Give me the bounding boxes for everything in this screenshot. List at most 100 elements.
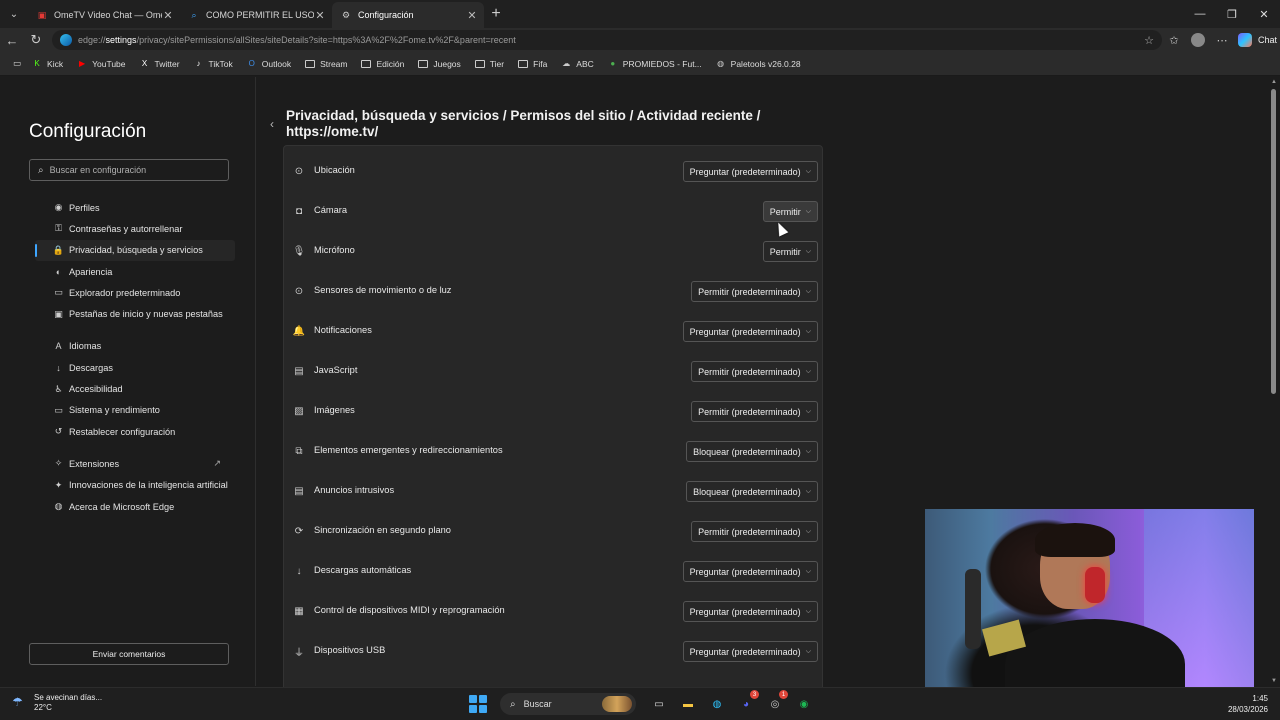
system-icon: ▭ <box>54 404 63 415</box>
taskbar-search-label: Buscar <box>523 699 552 709</box>
send-feedback-button[interactable]: Enviar comentarios <box>29 643 229 665</box>
permission-label: Anuncios intrusivos <box>314 485 395 495</box>
permission-select[interactable]: Permitir ⌵ <box>762 241 818 262</box>
close-tab-icon[interactable]: ✕ <box>314 9 326 22</box>
permission-select-value: Preguntar (predeterminado) <box>689 606 801 617</box>
close-tab-icon[interactable]: ✕ <box>162 9 174 22</box>
refresh-icon[interactable]: ↻ <box>24 28 48 52</box>
breadcrumb-back-icon[interactable]: ‹ <box>270 117 274 131</box>
sidebar-item-label: Descargas <box>69 362 113 373</box>
discord-icon[interactable]: ◕ 3 <box>735 690 759 715</box>
permission-select[interactable]: Bloquear (predeterminado) ⌵ <box>686 441 818 462</box>
download-icon: ↓ <box>296 565 302 577</box>
permission-row: 🔔 Notificaciones Preguntar (predeterminado… <box>284 316 822 356</box>
tab[interactable]: ▣ OmeTV Video Chat — Omegle Ra✕ <box>28 2 180 28</box>
favorites-icon[interactable]: ✩ <box>1162 28 1186 52</box>
permission-select[interactable]: Preguntar (predeterminado) ⌵ <box>682 321 818 342</box>
favorite-item[interactable]: O Outlook <box>240 59 298 69</box>
favorite-item[interactable]: ● PROMIEDOS - Fut... <box>601 59 709 69</box>
favorite-item[interactable]: Edición <box>354 59 411 69</box>
address-bar[interactable]: edge:// settings /privacy/sitePermission… <box>52 30 1162 50</box>
permission-select[interactable]: Preguntar (predeterminado) ⌵ <box>682 161 818 182</box>
sidebar-item[interactable]: ♿ Accesibilidad <box>35 378 235 399</box>
favorite-item[interactable]: Tier <box>468 59 511 69</box>
tab[interactable]: ⚙ Configuración ✕ <box>332 2 484 28</box>
close-tab-icon[interactable]: ✕ <box>466 9 478 22</box>
new-tab-button[interactable]: + <box>484 2 508 26</box>
start-icon[interactable] <box>468 694 488 714</box>
sidebar-item[interactable]: ▭ Explorador predeterminado <box>35 282 235 303</box>
usb-icon: ⏚ <box>294 647 304 659</box>
permission-select[interactable]: Bloquear (predeterminado) ⌵ <box>686 481 818 502</box>
favorite-item[interactable]: ♪ TikTok <box>187 59 240 69</box>
edge-icon[interactable]: ◍ <box>706 693 728 715</box>
sidebar-item[interactable]: ◐ Apariencia <box>35 261 235 282</box>
favorites-bar: ▭ K Kick ▶ YouTube X Twitter ♪ TikTok O Outlook St… <box>0 52 1280 76</box>
sidebar-item[interactable]: A Idiomas <box>35 336 235 357</box>
back-icon[interactable]: ← <box>0 28 24 52</box>
page-scrollbar[interactable]: ▲ ▼ <box>1268 77 1280 686</box>
favorite-item[interactable]: K Kick <box>25 59 70 69</box>
copilot-chat-button[interactable]: Chat <box>1238 33 1277 47</box>
cloud-icon: ☁ <box>562 59 571 68</box>
permission-select[interactable]: Permitir (predeterminado) ⌵ <box>691 401 818 422</box>
folder-icon <box>474 59 485 68</box>
sidebar-item[interactable]: ▣ Pestañas de inicio y nuevas pestañas <box>35 303 235 324</box>
settings-search-field[interactable]: ⌕ <box>29 159 229 181</box>
favorite-item[interactable]: Stream <box>298 59 354 69</box>
permission-select[interactable]: Preguntar (predeterminado) ⌵ <box>682 641 818 662</box>
sidebar-item-label: Restablecer configuración <box>69 426 176 437</box>
permission-select[interactable]: Permitir (predeterminado) ⌵ <box>691 521 818 542</box>
favorite-item[interactable]: ◍ Paletools v26.0.28 <box>709 59 808 69</box>
spotify-icon[interactable]: ◉ <box>793 693 815 715</box>
steam-icon[interactable]: ◎ 1 <box>764 690 788 715</box>
sidebar-item[interactable]: 🔒 Privacidad, búsqueda y servicios <box>35 239 235 261</box>
url-scheme: edge:// <box>78 35 106 45</box>
sidebar-item[interactable]: ↺ Restablecer configuración <box>35 421 235 442</box>
permission-select[interactable]: Preguntar (predeterminado) ⌵ <box>682 561 818 582</box>
permission-row: ▦ Control de dispositivos MIDI y reprogra… <box>284 596 822 636</box>
sidebar-item[interactable]: ↓ Descargas <box>35 357 235 378</box>
minimize-icon[interactable]: — <box>1184 0 1216 28</box>
lock-icon: 🔒 <box>52 244 65 255</box>
sidebar-item[interactable]: ◉ Perfiles <box>35 197 235 218</box>
favorites-toggle-icon[interactable]: ▭ <box>6 58 25 69</box>
task-view-icon[interactable]: ▭ <box>648 693 670 715</box>
settings-search-input[interactable] <box>49 165 210 175</box>
system-clock[interactable]: 1:45 28/03/2026 <box>1228 693 1268 715</box>
favorite-item[interactable]: Fifa <box>511 59 554 69</box>
add-favorite-icon[interactable]: ☆ <box>1144 34 1154 47</box>
sidebar-item[interactable]: ▭ Sistema y rendimiento <box>35 400 235 421</box>
sidebar-item[interactable]: ⚿ Contraseñas y autorrellenar <box>35 218 235 239</box>
weather-widget[interactable]: ☂ Se avecinan días... 22°C <box>12 693 102 713</box>
sidebar-item-label: Sistema y rendimiento <box>69 405 160 416</box>
more-options-icon[interactable]: ⋯ <box>1210 28 1234 52</box>
scroll-up-icon[interactable]: ▲ <box>1271 79 1277 85</box>
sidebar-item[interactable]: ✦ Innovaciones de la inteligencia artific… <box>35 475 235 496</box>
restore-icon[interactable]: ❐ <box>1216 0 1248 28</box>
scrollbar-thumb[interactable] <box>1271 89 1276 394</box>
permission-select[interactable]: Preguntar (predeterminado) ⌵ <box>682 601 818 622</box>
permission-select[interactable]: Permitir (predeterminado) ⌵ <box>691 361 818 382</box>
favorite-item[interactable]: Juegos <box>411 59 467 69</box>
permission-select-value: Permitir (predeterminado) <box>698 406 801 417</box>
search-icon: ⌕ <box>510 698 516 710</box>
sidebar-item[interactable]: ✧ Extensiones ↗ <box>35 453 235 474</box>
favorite-item[interactable]: ▶ YouTube <box>70 59 132 69</box>
favorite-item[interactable]: X Twitter <box>133 59 187 69</box>
profile-avatar[interactable] <box>1186 28 1210 52</box>
file-explorer-icon[interactable]: ▬ <box>677 693 699 715</box>
favorite-item[interactable]: ☁ ABC <box>554 59 600 69</box>
taskbar-search[interactable]: ⌕ Buscar <box>500 693 636 715</box>
url-host: settings <box>105 35 137 45</box>
tab[interactable]: ⌕ COMO PERMITIR EL USO DE CAM✕ <box>180 2 332 28</box>
sidebar-item[interactable]: ◍ Acerca de Microsoft Edge <box>35 496 235 517</box>
favorite-label: Tier <box>489 58 505 69</box>
permission-select[interactable]: Permitir ⌵ <box>762 201 818 222</box>
scroll-down-icon[interactable]: ▼ <box>1271 678 1277 684</box>
browser-icon: ▭ <box>54 287 63 298</box>
permission-select[interactable]: Permitir (predeterminado) ⌵ <box>691 281 818 302</box>
tab-actions-menu-icon[interactable]: ⌄ <box>2 3 26 25</box>
close-window-icon[interactable]: ✕ <box>1248 0 1280 28</box>
favorite-label: Twitter <box>154 58 180 69</box>
